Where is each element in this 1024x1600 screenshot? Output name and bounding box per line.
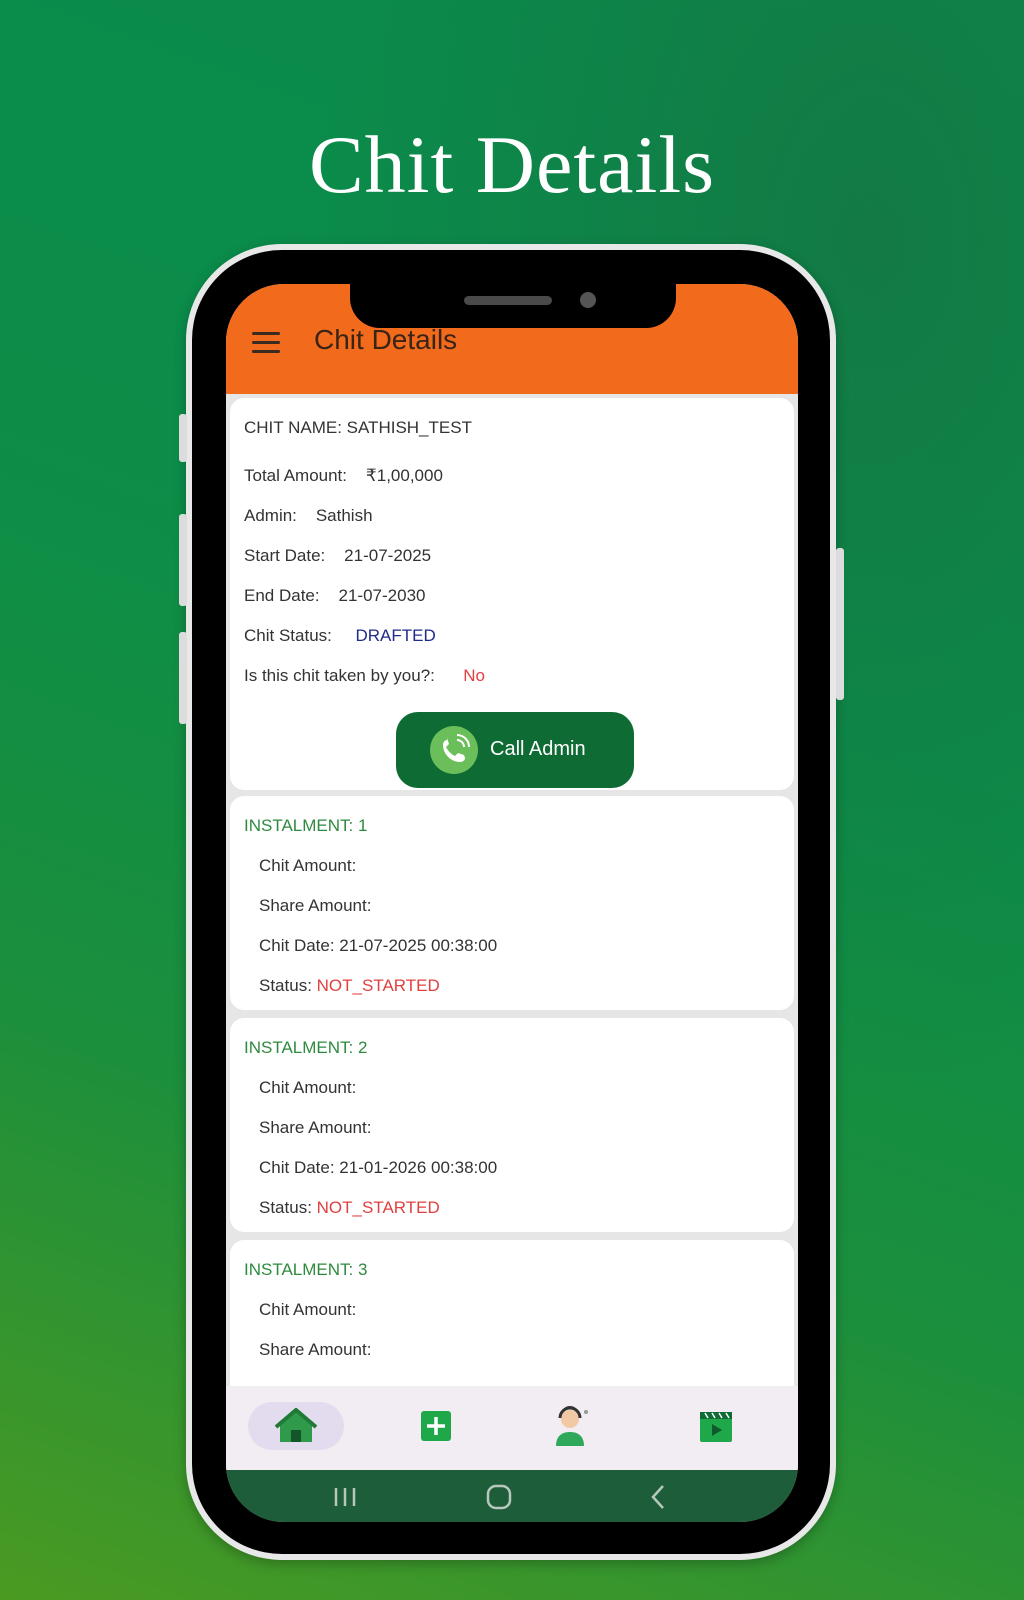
support-agent-icon[interactable] bbox=[552, 1402, 592, 1450]
bottom-navigation bbox=[226, 1386, 798, 1470]
phone-speaker bbox=[464, 296, 552, 305]
start-date-value: 21-07-2025 bbox=[344, 546, 432, 565]
admin-row: Admin: Sathish bbox=[244, 506, 373, 526]
call-admin-label: Call Admin bbox=[490, 738, 586, 760]
end-date-value: 21-07-2030 bbox=[338, 586, 426, 605]
chit-status-row: Chit Status: DRAFTED bbox=[244, 626, 436, 646]
share-amount-label: Share Amount: bbox=[259, 1340, 372, 1359]
app-bar-title: Chit Details bbox=[314, 324, 458, 355]
phone-volume-down-button bbox=[179, 632, 187, 724]
phone-notch bbox=[350, 284, 676, 328]
call-admin-button[interactable]: Call Admin bbox=[396, 712, 634, 788]
instalment-card: INSTALMENT: 2 Chit Amount: Share Amount:… bbox=[230, 1018, 794, 1232]
share-amount-label: Share Amount: bbox=[259, 1118, 372, 1137]
phone-volume-up-button bbox=[179, 514, 187, 606]
system-navigation-bar bbox=[226, 1470, 798, 1522]
chit-info-card: CHIT NAME: SATHISH_TEST Total Amount: ₹1… bbox=[230, 398, 794, 790]
chit-status-value: DRAFTED bbox=[355, 626, 436, 645]
chit-date: Chit Date: 21-07-2025 00:38:00 bbox=[259, 936, 498, 955]
instalment-status-row: Status: NOT_STARTED bbox=[259, 976, 440, 996]
instalment-status-label: Status: bbox=[259, 976, 312, 995]
home-circle-icon[interactable] bbox=[486, 1484, 512, 1510]
instalment-status-value: NOT_STARTED bbox=[316, 976, 440, 995]
add-icon[interactable] bbox=[418, 1402, 454, 1450]
promo-headline: Chit Details bbox=[308, 119, 716, 210]
phone-power-button bbox=[836, 548, 844, 700]
back-icon[interactable] bbox=[648, 1484, 668, 1510]
chit-name: CHIT NAME: SATHISH_TEST bbox=[244, 418, 472, 437]
chit-amount-label: Chit Amount: bbox=[259, 856, 357, 875]
chit-date: Chit Date: 21-01-2026 00:38:00 bbox=[259, 1158, 498, 1177]
home-icon[interactable] bbox=[274, 1402, 318, 1450]
instalment-title: INSTALMENT: 3 bbox=[244, 1260, 368, 1279]
start-date-label: Start Date: bbox=[244, 546, 326, 565]
chit-amount-label: Chit Amount: bbox=[259, 1300, 357, 1319]
instalment-card: INSTALMENT: 1 Chit Amount: Share Amount:… bbox=[230, 796, 794, 1010]
end-date-row: End Date: 21-07-2030 bbox=[244, 586, 425, 606]
share-amount-label: Share Amount: bbox=[259, 896, 372, 915]
taken-by-you-value: No bbox=[463, 666, 485, 685]
chit-status-label: Chit Status: bbox=[244, 626, 332, 645]
phone-call-icon bbox=[430, 726, 478, 774]
instalment-status-value: NOT_STARTED bbox=[316, 1198, 440, 1217]
instalment-title: INSTALMENT: 1 bbox=[244, 816, 368, 835]
start-date-row: Start Date: 21-07-2025 bbox=[244, 546, 431, 566]
end-date-label: End Date: bbox=[244, 586, 320, 605]
total-amount-value: ₹1,00,000 bbox=[365, 466, 443, 485]
hamburger-menu-icon[interactable] bbox=[252, 332, 280, 353]
phone-screen: Chit Details CHIT NAME: SATHISH_TEST Tot… bbox=[226, 284, 798, 1522]
instalment-title: INSTALMENT: 2 bbox=[244, 1038, 368, 1057]
total-amount-row: Total Amount: ₹1,00,000 bbox=[244, 466, 443, 486]
taken-by-you-row: Is this chit taken by you?: No bbox=[244, 666, 485, 686]
total-amount-label: Total Amount: bbox=[244, 466, 348, 485]
recents-icon[interactable] bbox=[332, 1486, 358, 1508]
admin-value: Sathish bbox=[315, 506, 373, 525]
admin-label: Admin: bbox=[244, 506, 297, 525]
chit-amount-label: Chit Amount: bbox=[259, 1078, 357, 1097]
instalment-status-label: Status: bbox=[259, 1198, 312, 1217]
taken-by-you-label: Is this chit taken by you?: bbox=[244, 666, 435, 685]
video-icon[interactable] bbox=[698, 1402, 734, 1450]
phone-side-button bbox=[179, 414, 187, 462]
instalment-status-row: Status: NOT_STARTED bbox=[259, 1198, 440, 1218]
front-camera bbox=[580, 292, 596, 308]
